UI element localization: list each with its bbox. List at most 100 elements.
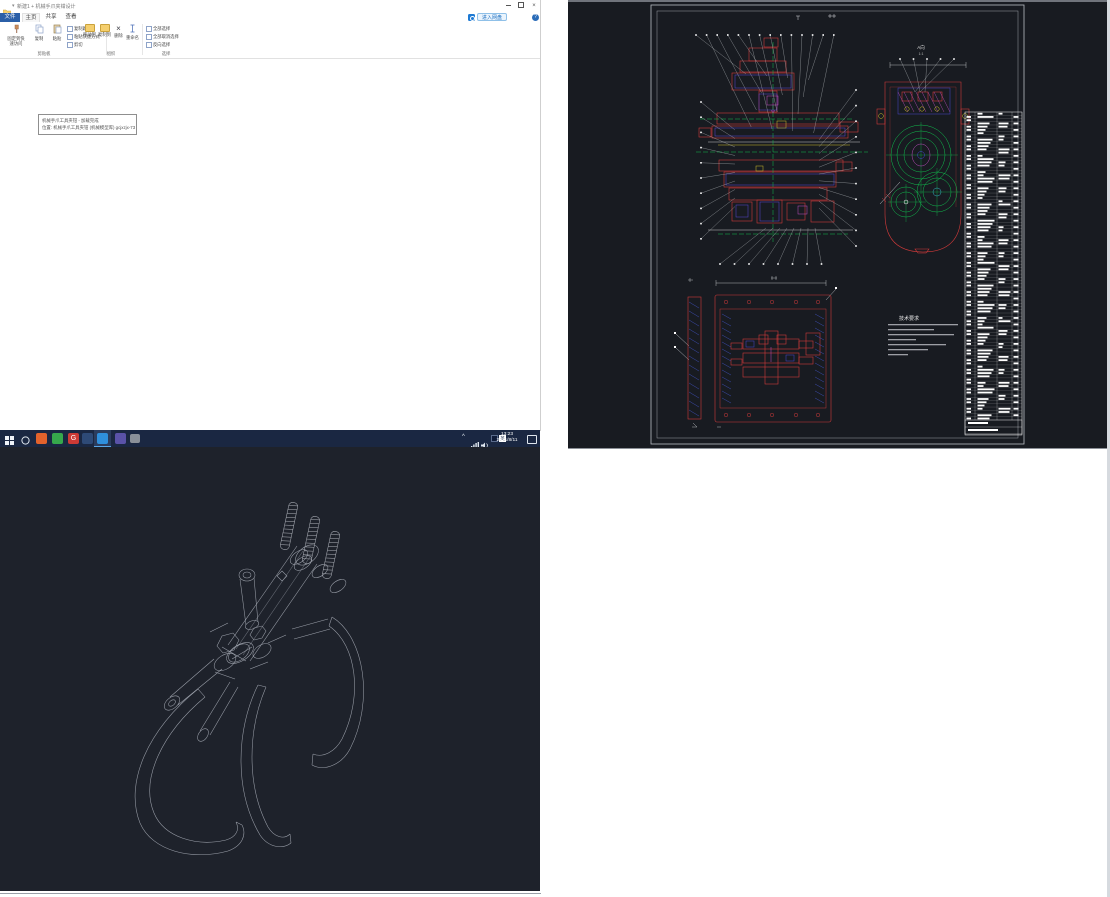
move-to-button[interactable]: 移动到: [82, 24, 97, 38]
taskbar-app-icon-purple[interactable]: [115, 433, 126, 444]
bom-cell-text: [967, 129, 972, 131]
bom-cell-text: [967, 197, 972, 199]
cloud-plugin-icon[interactable]: [468, 14, 475, 21]
delete-x-icon: ×: [112, 24, 125, 33]
bom-cell-text: [978, 343, 984, 345]
cut-button[interactable]: 剪切: [67, 41, 103, 49]
thread-line: [331, 533, 340, 536]
bom-cell-text: [978, 301, 984, 303]
search-icon[interactable]: [20, 433, 31, 444]
select-none-icon: [146, 34, 152, 40]
balloon-number: [855, 245, 857, 247]
tab-file[interactable]: 文件: [0, 13, 20, 22]
bom-cell-text: [999, 123, 1009, 125]
bom-cell-text: [978, 317, 987, 319]
tech-note-line: [888, 324, 958, 325]
taskbar-app-icon-green[interactable]: [52, 433, 63, 444]
balloon-number: [700, 192, 702, 194]
bom-cell-text: [999, 333, 1007, 335]
bom-cell-text: [978, 155, 983, 157]
bom-cell-text: [978, 418, 990, 420]
bom-cell-text: [978, 187, 989, 189]
copy-path-icon: [67, 26, 73, 32]
start-button[interactable]: [4, 433, 15, 444]
bom-cell-text: [967, 362, 972, 364]
bom-cell-text: [967, 223, 972, 225]
help-icon[interactable]: ?: [532, 14, 539, 21]
bom-cell-text: [999, 372, 1004, 374]
select-none-button[interactable]: 全部取消选择: [146, 33, 186, 41]
bom-cell-text: [1014, 181, 1019, 183]
bom-cell-text: [978, 307, 993, 309]
thread-line: [310, 522, 319, 525]
pin-to-quick-access-button[interactable]: 固定到快 速访问: [3, 24, 29, 47]
close-button[interactable]: ×: [528, 2, 540, 11]
bom-cell-text: [978, 356, 989, 358]
bom-cell-text: [978, 207, 990, 209]
bom-cell-text: [1014, 408, 1019, 410]
tooltip-line1: 机械手爪工具夹钳 - 加载完成: [42, 117, 133, 124]
cloud-plugin-button[interactable]: 进入网盘: [477, 13, 507, 21]
thread-line: [285, 520, 294, 523]
copy-to-button[interactable]: 复制到: [97, 24, 112, 38]
threaded-bolt: [322, 531, 341, 580]
bom-cell-text: [967, 369, 972, 371]
tech-note-line: [888, 354, 908, 355]
bom-cell-text: [999, 343, 1004, 345]
bom-cell-text: [1014, 311, 1019, 313]
copy-button[interactable]: 复制: [31, 24, 47, 42]
tech-note-line: [888, 344, 946, 345]
invert-selection-icon: [146, 42, 152, 48]
clock-date: 2021/8/11: [490, 438, 524, 444]
lever: [239, 569, 260, 631]
bom-cell-text: [999, 268, 1009, 270]
thread-line: [330, 537, 339, 540]
bom-cell-text: [1014, 142, 1019, 144]
taskbar-clock[interactable]: 13:23 2021/8/11: [490, 432, 524, 444]
balloon-number: [748, 34, 750, 36]
tooltip-line2: 位置: 机械手爪工具夹钳 (机械模型库) gcjxzjx-73: [42, 124, 133, 131]
bom-cell-text: [978, 320, 985, 322]
bom-cell-text: [967, 382, 972, 384]
cad-drawing-panel: A向 1:1: [568, 0, 1108, 449]
taskbar-app-icon-gray[interactable]: [130, 434, 140, 443]
taskbar-app-icon-navy[interactable]: [82, 433, 93, 444]
select-all-button[interactable]: 全部选择: [146, 25, 186, 33]
bom-title-text: [968, 422, 988, 424]
bom-cell-text: [1014, 304, 1019, 306]
tab-share[interactable]: 共享: [42, 13, 60, 22]
bom-cell-text: [978, 132, 984, 134]
maximize-button[interactable]: [515, 2, 527, 11]
tab-view[interactable]: 查看: [62, 13, 80, 22]
bom-cell-text: [999, 217, 1007, 219]
balloon-number: [812, 34, 814, 36]
title-bar[interactable]: ▾ 新建1 + 机械手爪夹钳设计 ×: [0, 0, 540, 13]
taskbar-app-icon-blue-active[interactable]: [97, 433, 108, 444]
bom-cell-text: [978, 414, 992, 416]
bom-cell-text: [978, 372, 992, 374]
action-center-icon[interactable]: [527, 435, 537, 444]
balloon-number: [700, 162, 702, 164]
bom-cell-text: [1014, 233, 1019, 235]
rename-button[interactable]: 重命名: [125, 24, 140, 41]
tab-home[interactable]: 主页: [22, 13, 40, 22]
file-tooltip: 机械手爪工具夹钳 - 加载完成 位置: 机械手爪工具夹钳 (机械模型库) gcj…: [38, 114, 137, 135]
balloon-number: [855, 230, 857, 232]
tray-chevron-icon[interactable]: ^: [462, 434, 465, 440]
minimize-button[interactable]: [502, 2, 514, 11]
thread-line: [327, 553, 336, 556]
invert-selection-button[interactable]: 反向选择: [146, 41, 186, 49]
taskbar-app-icon-red[interactable]: G: [68, 433, 79, 444]
bom-cell-text: [1014, 375, 1019, 377]
delete-button[interactable]: × 删除: [112, 24, 125, 39]
balloon-number: [734, 263, 736, 265]
taskbar-active-app[interactable]: [94, 430, 111, 447]
bom-cell-text: [1014, 187, 1019, 189]
bom-cell-text: [978, 213, 986, 215]
bom-cell-text: [1014, 414, 1019, 416]
taskbar-app-icon-orange[interactable]: [36, 433, 47, 444]
paste-button[interactable]: 粘贴: [49, 24, 65, 42]
bom-cell-text: [967, 340, 972, 342]
balloon-number: [780, 34, 782, 36]
move-to-icon: [85, 24, 95, 32]
